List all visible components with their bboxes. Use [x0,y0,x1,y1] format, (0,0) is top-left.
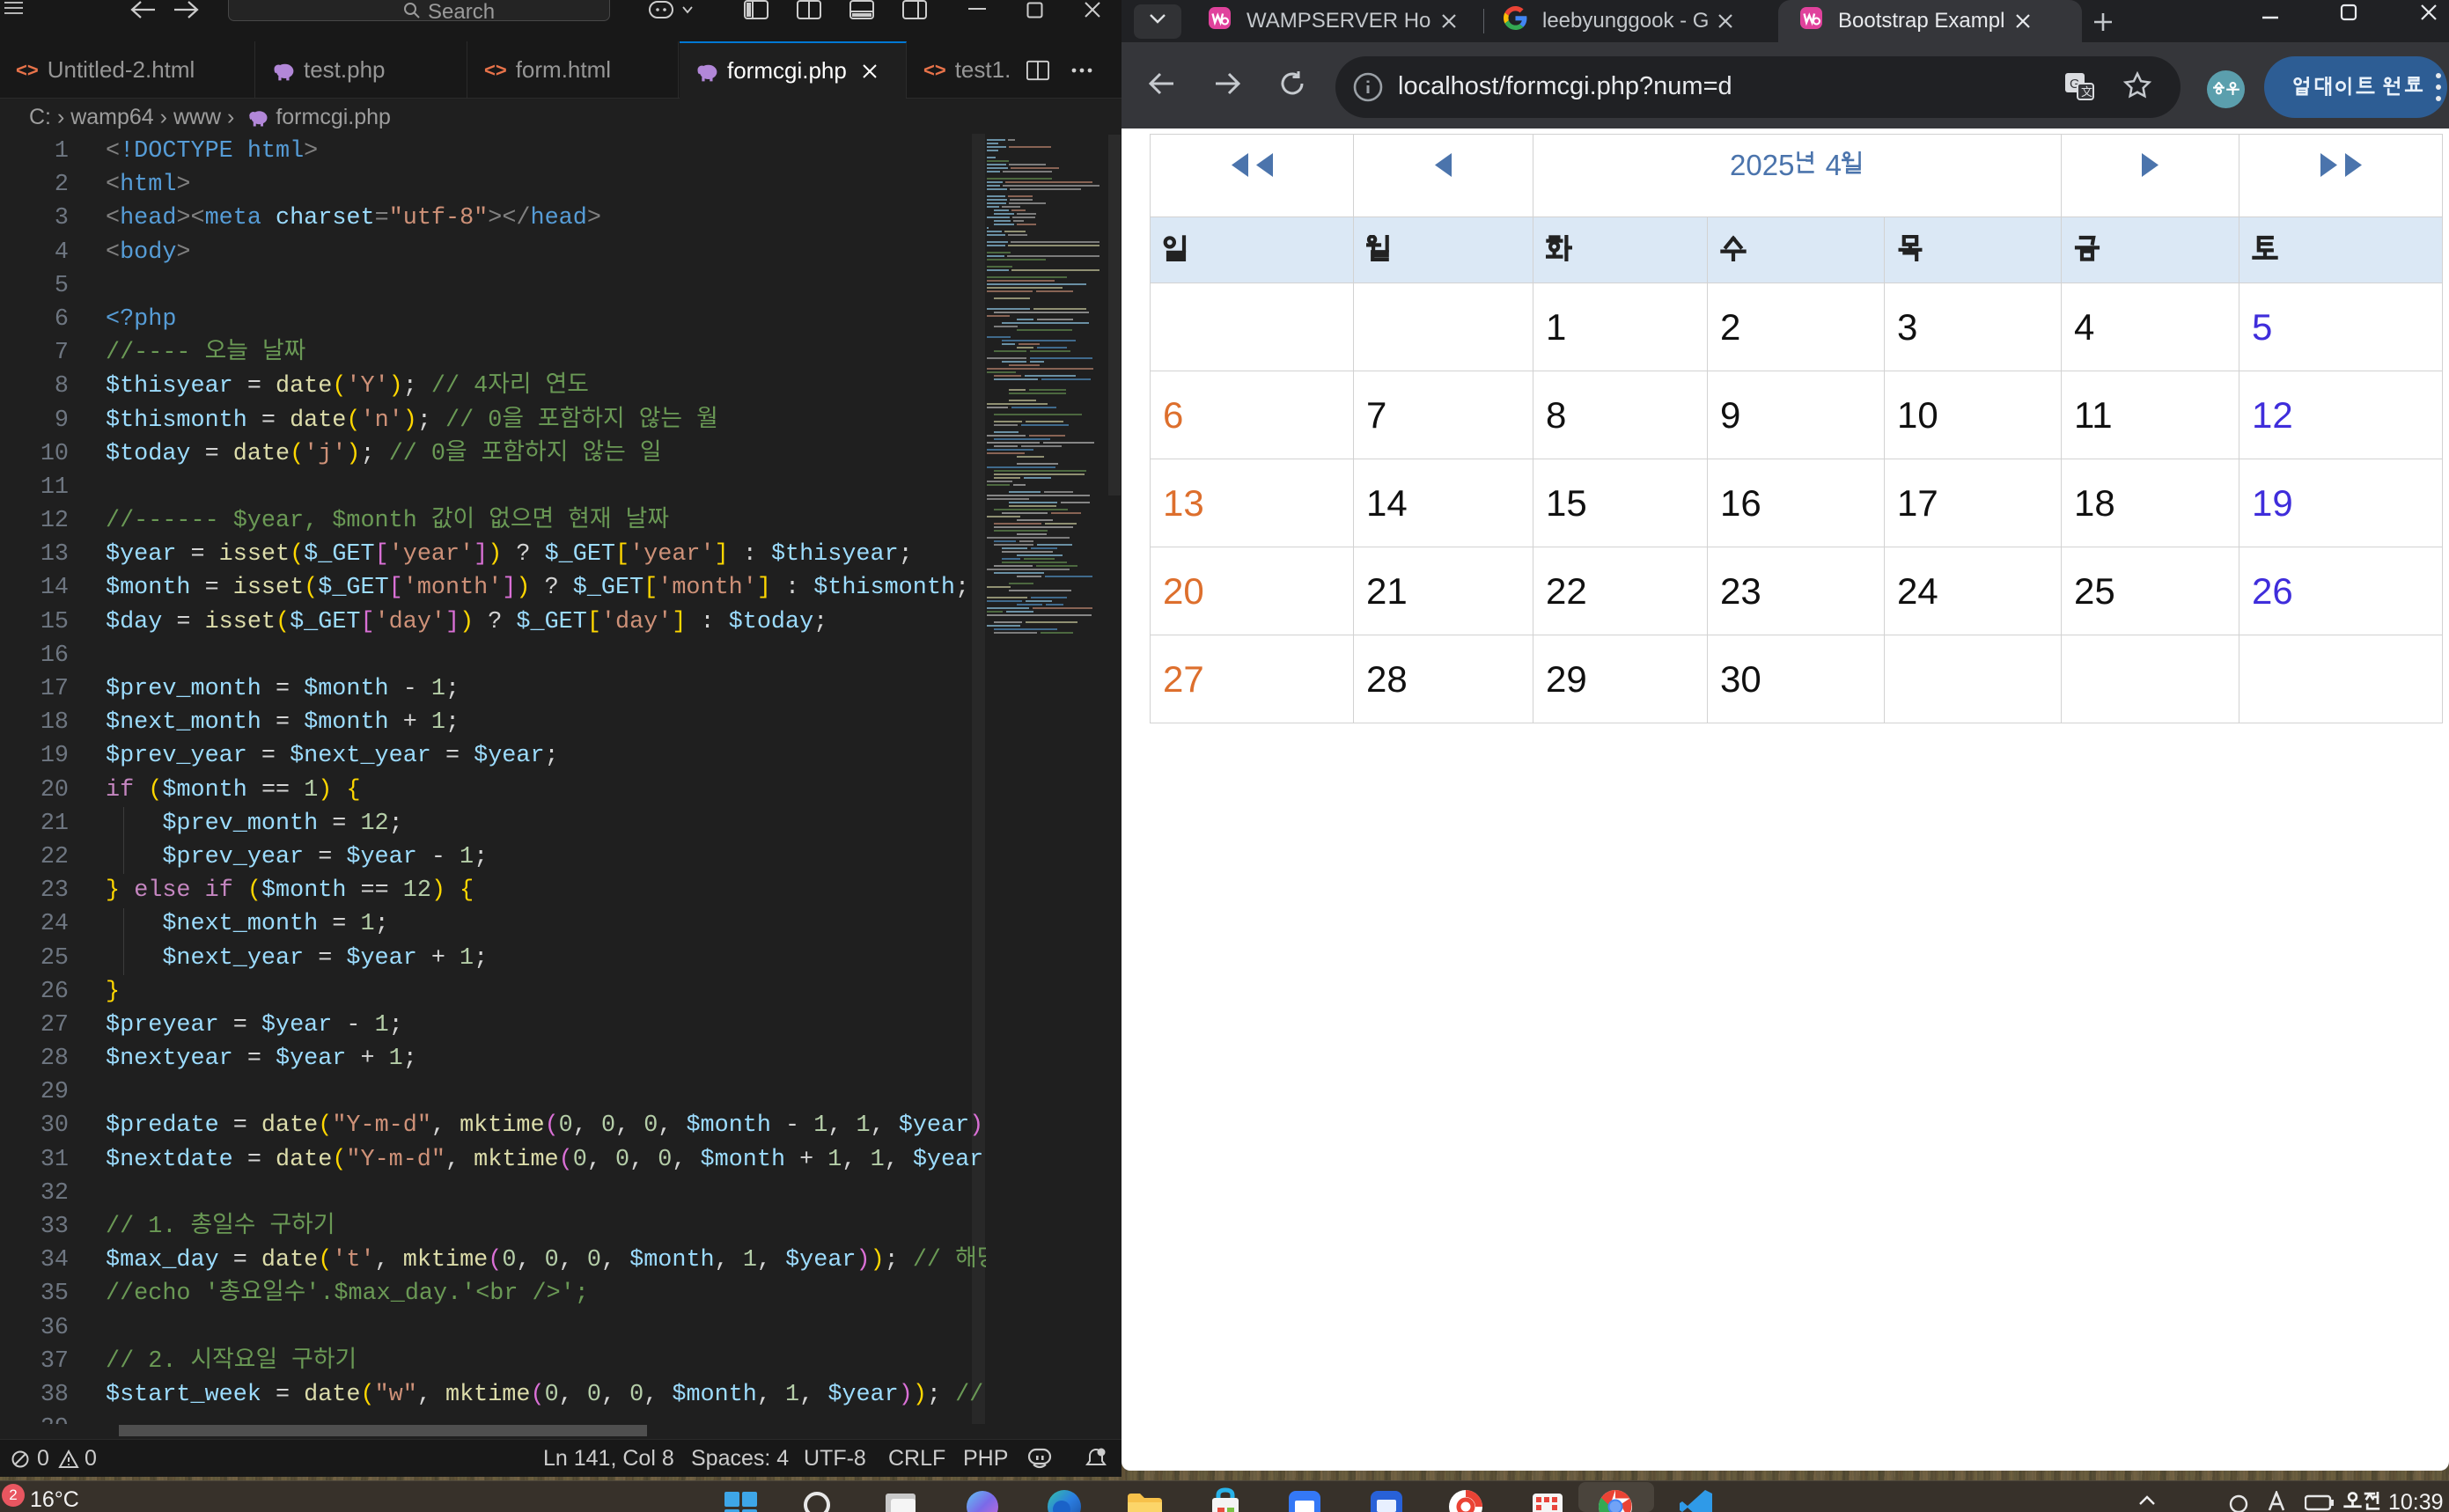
svg-text:文: 文 [2081,85,2092,99]
